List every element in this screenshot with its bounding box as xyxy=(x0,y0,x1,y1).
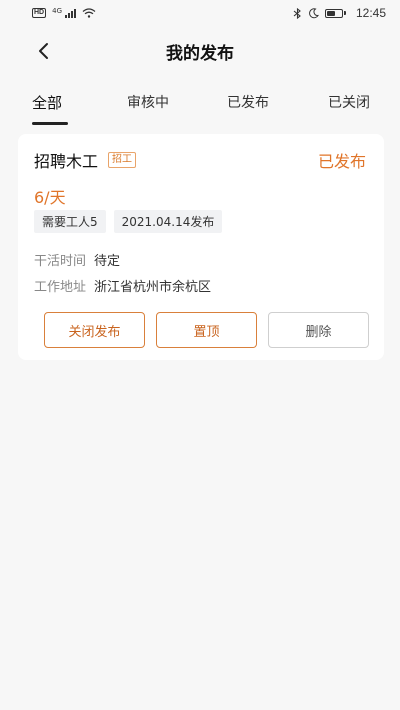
moon-icon xyxy=(309,7,319,18)
post-actions: 关闭发布 置顶 删除 xyxy=(44,312,369,348)
my-posts-screen: HD 4G 12:45 我的发布 全部 审核中 已发布 已关闭 招聘木工 招工 … xyxy=(0,0,400,710)
delete-button[interactable]: 删除 xyxy=(268,312,369,348)
page-title: 我的发布 xyxy=(166,43,234,64)
tab-closed[interactable]: 已关闭 xyxy=(328,92,370,112)
job-post-card[interactable]: 招聘木工 招工 已发布 6/天 需要工人5 2021.04.14发布 干活时间 … xyxy=(18,134,384,360)
job-title-row: 招聘木工 招工 xyxy=(34,148,137,172)
job-type-tag: 招工 xyxy=(108,152,137,168)
status-bar-left: HD 4G xyxy=(32,8,96,18)
battery-icon xyxy=(324,8,346,18)
chevron-left-icon xyxy=(39,43,48,59)
tab-published[interactable]: 已发布 xyxy=(227,92,269,112)
signal-icon xyxy=(65,8,77,18)
address-value: 浙江省杭州市余杭区 xyxy=(94,280,212,295)
nav-header: 我的发布 xyxy=(0,28,400,74)
hd-icon: HD xyxy=(32,8,47,18)
published-date-chip: 2021.04.14发布 xyxy=(113,210,223,233)
post-meta-chips: 需要工人5 2021.04.14发布 xyxy=(34,210,223,233)
work-time-value: 待定 xyxy=(94,254,121,269)
work-time-row: 干活时间 待定 xyxy=(34,250,120,269)
tab-all[interactable]: 全部 xyxy=(32,92,62,113)
bluetooth-icon xyxy=(293,7,301,19)
network-type: 4G xyxy=(52,7,63,15)
close-post-button[interactable]: 关闭发布 xyxy=(44,312,145,348)
status-tabs: 全部 审核中 已发布 已关闭 xyxy=(0,86,400,125)
address-label: 工作地址 xyxy=(34,280,87,295)
tab-under-review[interactable]: 审核中 xyxy=(127,92,169,112)
clock: 12:45 xyxy=(355,6,386,20)
job-title: 招聘木工 xyxy=(34,152,99,171)
status-bar-right: 12:45 xyxy=(293,6,386,20)
active-tab-indicator xyxy=(32,122,68,125)
status-badge: 已发布 xyxy=(317,152,366,171)
work-time-label: 干活时间 xyxy=(34,254,87,269)
pin-button[interactable]: 置顶 xyxy=(156,312,257,348)
address-row: 工作地址 浙江省杭州市余杭区 xyxy=(34,276,211,295)
wage: 6/天 xyxy=(34,188,66,207)
workers-needed-chip: 需要工人5 xyxy=(34,210,106,233)
wifi-icon xyxy=(82,8,96,18)
back-button[interactable] xyxy=(30,37,58,65)
status-bar: HD 4G 12:45 xyxy=(0,0,400,26)
